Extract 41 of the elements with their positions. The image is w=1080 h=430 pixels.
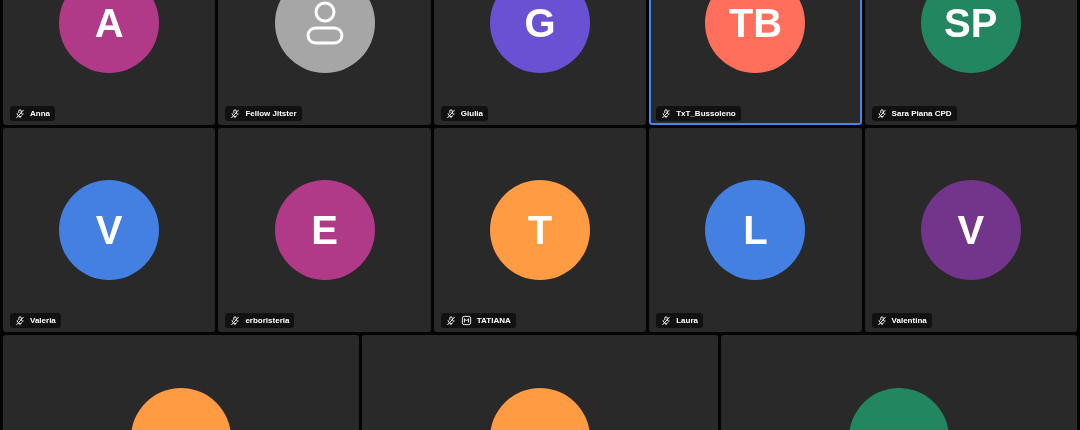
microphone-muted-icon <box>230 315 241 326</box>
participant-name: Valeria <box>30 314 56 327</box>
microphone-muted-icon <box>876 108 887 119</box>
microphone-muted-icon <box>445 315 456 326</box>
avatar: G <box>490 0 590 73</box>
avatar: A <box>59 0 160 73</box>
video-tile[interactable]: G Giulia <box>433 0 647 125</box>
microphone-muted-icon <box>661 108 672 119</box>
moderator-icon <box>460 315 472 326</box>
participant-name: Sara Piana CPD <box>891 107 952 120</box>
video-tile[interactable]: TB TxT_Bussoleno <box>649 0 862 125</box>
participant-name: Giulia <box>460 107 484 120</box>
video-tile[interactable]: SP Sara Piana CPD <box>864 0 1077 125</box>
video-tile[interactable]: E erboristeria <box>218 128 431 332</box>
person-icon <box>304 0 345 46</box>
microphone-muted-icon <box>15 108 25 119</box>
participant-name: erboristeria <box>245 314 290 327</box>
video-tile[interactable]: L Laura <box>649 128 862 332</box>
video-tile[interactable]: V Valeria <box>3 128 216 332</box>
microphone-muted-icon <box>876 315 887 326</box>
participant-name: TATIANA <box>476 314 511 327</box>
participant-name: TxT_Bussoleno <box>676 107 736 120</box>
avatar: SP <box>920 0 1021 73</box>
microphone-muted-icon <box>445 108 456 119</box>
participant-name: Fellow Jitster <box>245 107 297 120</box>
video-tile[interactable]: T TATIANA <box>433 128 647 332</box>
avatar: V <box>920 180 1021 280</box>
avatar: L <box>705 180 806 280</box>
participant-name: Laura <box>676 314 698 327</box>
avatar: E <box>274 180 375 280</box>
video-tile[interactable]: A Anna <box>3 0 216 125</box>
microphone-muted-icon <box>661 315 672 326</box>
participant-name: Valentina <box>891 314 927 327</box>
microphone-muted-icon <box>230 108 241 119</box>
video-tile[interactable]: Fellow Jitster <box>218 0 431 125</box>
avatar: V <box>59 180 160 280</box>
microphone-muted-icon <box>15 315 25 326</box>
avatar: TB <box>705 0 806 73</box>
participant-name: Anna <box>30 107 50 120</box>
avatar: T <box>490 180 590 280</box>
video-tile[interactable]: V Valentina <box>864 128 1077 332</box>
